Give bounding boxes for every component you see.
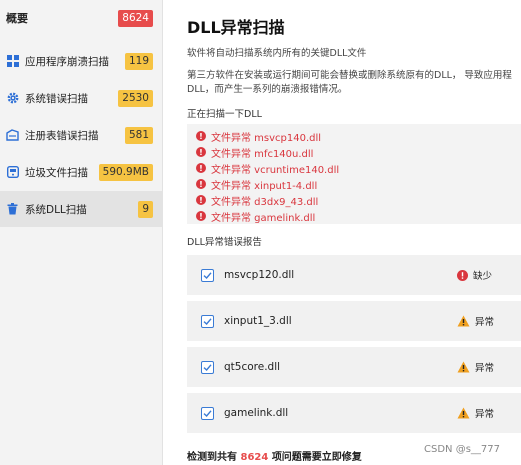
count-badge: 119	[124, 52, 153, 70]
check-icon	[203, 271, 212, 279]
status-indicator: 异常	[457, 360, 494, 374]
checkbox[interactable]	[201, 314, 214, 328]
report-label: DLL异常错误报告	[187, 237, 262, 248]
sidebar-item-junk-file-scan[interactable]: 垃圾文件扫描 590.9MB	[0, 154, 163, 190]
gear-icon	[6, 92, 19, 105]
scan-log-item: ! 文件异常 vcruntime140.dll	[196, 160, 339, 176]
report-row[interactable]: msvcp120.dll 缺少	[187, 255, 521, 295]
error-icon: !	[196, 131, 206, 141]
trash-icon	[6, 203, 19, 216]
sidebar-item-label: 概要	[6, 12, 28, 25]
error-icon: !	[196, 147, 206, 157]
check-icon	[203, 409, 212, 417]
error-icon: !	[196, 179, 206, 189]
checkbox[interactable]	[201, 406, 214, 420]
checkbox[interactable]	[201, 360, 214, 374]
sidebar-item-label: 系统错误扫描	[25, 92, 88, 105]
sidebar-item-registry-scan[interactable]: 注册表错误扫描 581	[0, 117, 163, 153]
description-line: 软件将自动扫描系统内所有的关键DLL文件	[187, 48, 367, 59]
summary-text: 检测到共有 8624 项问题需要立即修复	[187, 452, 362, 463]
warning-icon	[457, 361, 470, 373]
report-row[interactable]: gamelink.dll 异常	[187, 393, 521, 433]
scan-log-item: ! 文件异常 xinput1-4.dll	[196, 176, 317, 192]
scan-log-item: ! 文件异常 msvcp140.dll	[196, 128, 321, 144]
sidebar-item-label: 注册表错误扫描	[25, 129, 99, 142]
check-icon	[203, 317, 212, 325]
error-icon: !	[196, 195, 206, 205]
status-indicator: 异常	[457, 406, 494, 420]
error-icon: !	[196, 211, 206, 221]
count-badge: 581	[124, 126, 153, 144]
sidebar-item-system-error-scan[interactable]: 系统错误扫描 2530	[0, 80, 163, 116]
error-icon	[457, 269, 468, 281]
page-title: DLL异常扫描	[187, 18, 285, 37]
scan-log-item: ! 文件异常 d3dx9_43.dll	[196, 192, 318, 208]
status-indicator: 异常	[457, 314, 494, 328]
sidebar: 概要 8624 应用程序崩溃扫描 119 系统错误扫描 2530 注册表错误扫描…	[0, 0, 163, 465]
description-line: DLL，而产生一系列的崩溃报错情况。	[187, 84, 348, 95]
disk-icon	[6, 166, 19, 179]
count-badge: 590.9MB	[98, 163, 153, 181]
report-row[interactable]: qt5core.dll 异常	[187, 347, 521, 387]
scan-log[interactable]: ! 文件异常 msvcp140.dll ! 文件异常 mfc140u.dll !…	[187, 124, 521, 224]
count-badge: 9	[138, 200, 153, 218]
sidebar-item-label: 应用程序崩溃扫描	[25, 55, 109, 68]
sidebar-item-system-dll-scan[interactable]: 系统DLL扫描 9	[0, 191, 163, 227]
issue-count: 8624	[240, 452, 269, 463]
count-badge: 8624	[118, 9, 153, 27]
app-grid-icon	[6, 55, 19, 68]
main-panel: DLL异常扫描 软件将自动扫描系统内所有的关键DLL文件 第三方软件在安装或运行…	[163, 0, 521, 465]
warning-icon	[457, 315, 470, 327]
count-badge: 2530	[118, 89, 153, 107]
error-icon: !	[196, 163, 206, 173]
warning-icon	[457, 407, 470, 419]
scan-log-item: ! 文件异常 mfc140u.dll	[196, 144, 313, 160]
report-row[interactable]: xinput1_3.dll 异常	[187, 301, 521, 341]
check-icon	[203, 363, 212, 371]
checkbox[interactable]	[201, 268, 214, 282]
watermark: CSDN @s__777	[424, 444, 500, 455]
scanning-label: 正在扫描一下DLL	[187, 109, 262, 120]
sidebar-item-label: 系统DLL扫描	[25, 203, 87, 216]
sidebar-item-app-crash-scan[interactable]: 应用程序崩溃扫描 119	[0, 43, 163, 79]
sidebar-item-overview[interactable]: 概要 8624	[0, 0, 163, 36]
status-indicator: 缺少	[457, 268, 492, 282]
registry-icon	[6, 129, 19, 142]
description-line: 第三方软件在安装或运行期间可能会替换或删除系统原有的DLL， 导致应用程	[187, 70, 512, 81]
scan-log-item: ! 文件异常 gamelink.dll	[196, 208, 315, 224]
sidebar-item-label: 垃圾文件扫描	[25, 166, 88, 179]
